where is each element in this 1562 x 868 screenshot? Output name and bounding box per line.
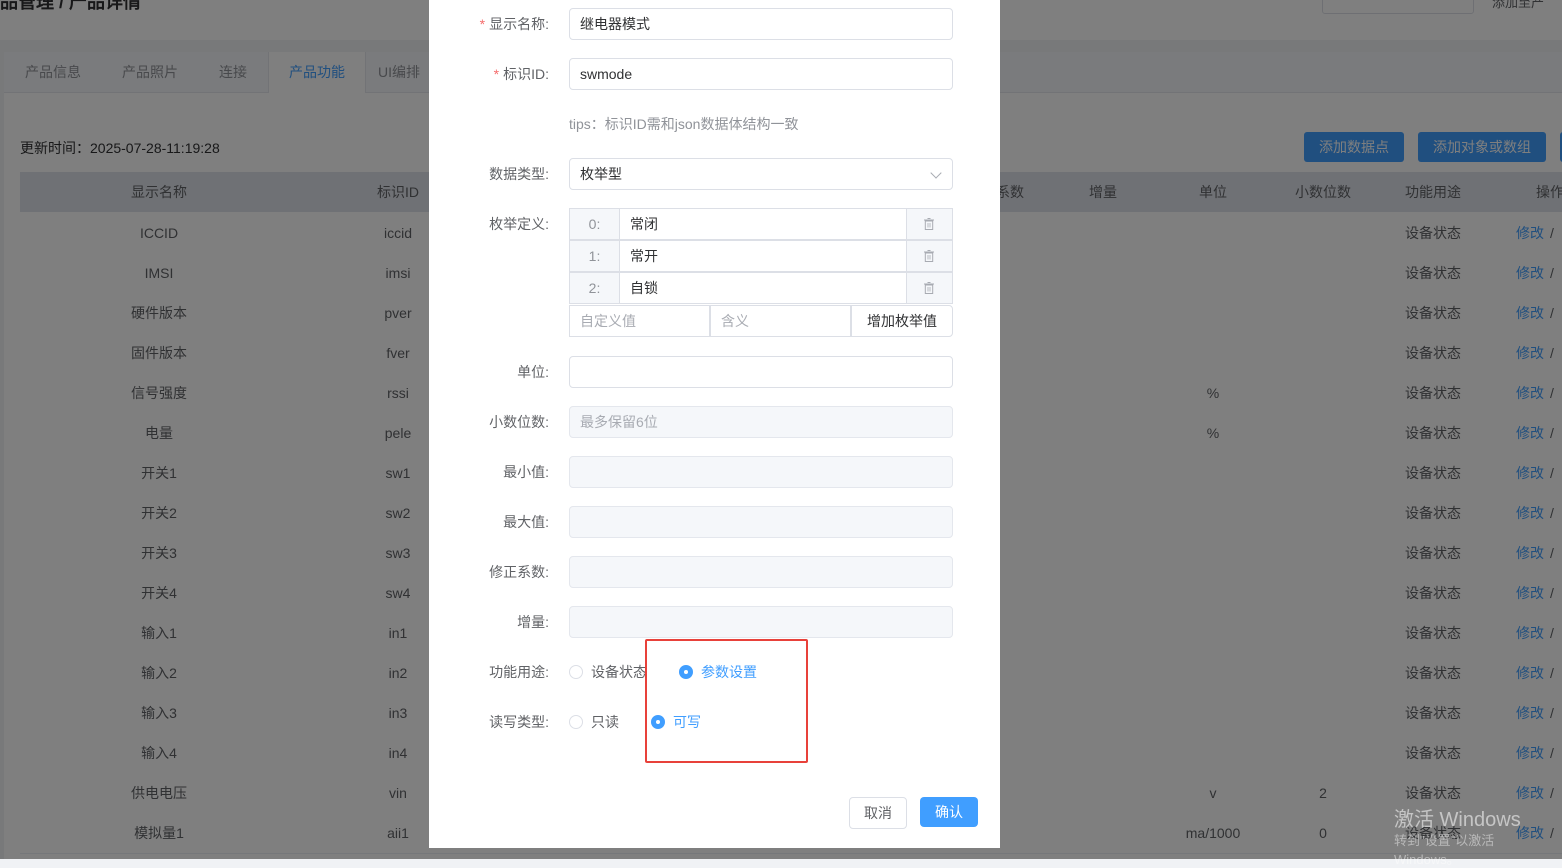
identifier-label: * 标识ID: [493, 66, 549, 82]
increment-input[interactable] [569, 606, 953, 638]
rw-radio-readonly[interactable] [569, 715, 583, 729]
min-label: 最小值: [503, 464, 549, 480]
identifier-tips: tips：标识ID需和json数据体结构一致 [569, 116, 799, 132]
add-enum-button[interactable]: 增加枚举值 [851, 305, 953, 337]
enum-delete-button[interactable] [906, 273, 952, 303]
unit-input[interactable] [569, 356, 953, 388]
unit-label: 单位: [517, 364, 549, 380]
enum-key: 2: [570, 273, 620, 303]
enum-meaning-input[interactable]: 含义 [710, 305, 851, 337]
coefficient-label: 修正系数: [489, 564, 549, 580]
cancel-button[interactable]: 取消 [849, 797, 907, 829]
display-name-input[interactable]: 继电器模式 [569, 8, 953, 40]
enum-custom-value-input[interactable]: 自定义值 [569, 305, 710, 337]
activation-watermark: 激活 Windows [1394, 809, 1521, 831]
trash-icon [924, 250, 934, 262]
enum-delete-button[interactable] [906, 241, 952, 271]
rw-type-label: 读写类型: [489, 714, 549, 730]
data-type-select[interactable]: 枚举型 [569, 158, 953, 190]
min-input[interactable] [569, 456, 953, 488]
enum-item: 0: 常闭 [569, 208, 953, 240]
trash-icon [924, 218, 934, 230]
enum-key: 1: [570, 241, 620, 271]
enum-item: 2: 自锁 [569, 272, 953, 304]
data-type-label: 数据类型: [489, 166, 549, 182]
increment-label: 增量: [517, 614, 549, 630]
usage-radio-device-status[interactable] [569, 665, 583, 679]
enum-value-input[interactable]: 常闭 [630, 209, 658, 239]
max-label: 最大值: [503, 514, 549, 530]
enum-item: 1: 常开 [569, 240, 953, 272]
enum-value-input[interactable]: 自锁 [630, 273, 658, 303]
trash-icon [924, 282, 934, 294]
confirm-button[interactable]: 确认 [920, 797, 978, 827]
decimals-label: 小数位数: [489, 414, 549, 430]
coefficient-input[interactable] [569, 556, 953, 588]
rw-option-readonly[interactable]: 只读 [591, 714, 619, 730]
usage-label: 功能用途: [489, 664, 549, 680]
identifier-input[interactable]: swmode [569, 58, 953, 90]
activation-watermark-sub: 转到"设置"以激活 Windows。 [1394, 833, 1495, 867]
enum-definition-label: 枚举定义: [489, 216, 549, 232]
enum-delete-button[interactable] [906, 209, 952, 239]
enum-key: 0: [570, 209, 620, 239]
usage-option-device-status[interactable]: 设备状态 [591, 664, 647, 680]
decimals-input[interactable]: 最多保留6位 [569, 406, 953, 438]
chevron-down-icon [930, 167, 942, 179]
max-input[interactable] [569, 506, 953, 538]
datapoint-dialog: * 显示名称: 继电器模式 * 标识ID: swmode tips：标识ID需和js… [429, 0, 1000, 848]
display-name-label: * 显示名称: [479, 16, 549, 32]
highlight-box [645, 639, 808, 763]
enum-value-input[interactable]: 常开 [630, 241, 658, 271]
